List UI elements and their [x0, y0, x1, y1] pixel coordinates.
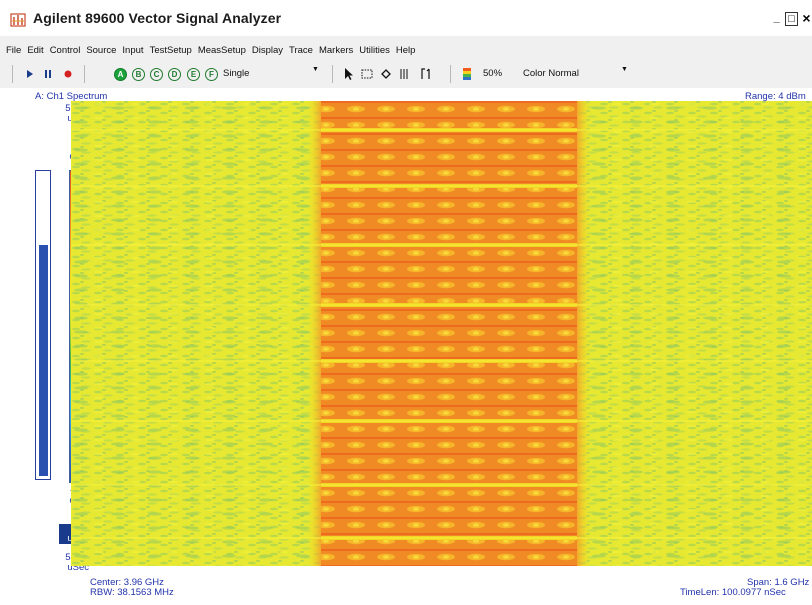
color-mode-dropdown-arrow-icon[interactable]: ▼ — [621, 66, 628, 73]
menu-testsetup[interactable]: TestSetup — [150, 45, 192, 56]
pause-icon[interactable] — [42, 66, 54, 82]
toolbar-separator — [84, 65, 85, 83]
signal-band — [321, 101, 577, 566]
streak-line — [71, 360, 812, 362]
trace-c-button[interactable]: C — [150, 66, 163, 82]
menu-display[interactable]: Display — [252, 45, 283, 56]
menu-help[interactable]: Help — [396, 45, 416, 56]
rbw-value: RBW: 38.1563 MHz — [90, 587, 174, 598]
play-icon[interactable] — [24, 66, 36, 82]
level-indicator-fill — [39, 245, 48, 476]
menu-file[interactable]: File — [6, 45, 21, 56]
title-bar: Agilent 89600 Vector Signal Analyzer _ □… — [0, 0, 812, 36]
menu-utilities[interactable]: Utilities — [359, 45, 390, 56]
menu-markers[interactable]: Markers — [319, 45, 353, 56]
toolbar: A B C D E F Single ▼ 50% Color Normal ▼ — [0, 62, 812, 86]
band-edge-left — [307, 101, 321, 566]
trace-b-button[interactable]: B — [132, 66, 145, 82]
analyzer-window: Agilent 89600 Vector Signal Analyzer _ □… — [0, 0, 812, 605]
close-button[interactable]: × — [800, 11, 812, 26]
menu-meassetup[interactable]: MeasSetup — [198, 45, 246, 56]
streak-line — [71, 484, 812, 486]
menu-control[interactable]: Control — [50, 45, 81, 56]
trace-d-button[interactable]: D — [168, 66, 181, 82]
band-edge-right — [577, 101, 591, 566]
toolbar-separator — [332, 65, 333, 83]
streak-line — [71, 244, 812, 246]
menu-bar: File Edit Control Source Input TestSetup… — [0, 40, 421, 60]
trace-a-button[interactable]: A — [114, 66, 127, 82]
streak-line — [71, 129, 812, 131]
zoom-box-icon[interactable] — [360, 66, 374, 82]
streak-line — [71, 537, 812, 539]
trace-e-button[interactable]: E — [187, 66, 200, 82]
toolbar-grip — [12, 65, 13, 83]
streak-line — [71, 185, 812, 187]
menu-source[interactable]: Source — [86, 45, 116, 56]
spectrogram-plot[interactable] — [71, 101, 812, 566]
toolbar-separator — [450, 65, 451, 83]
agilent-logo-icon — [10, 13, 26, 27]
menu-input[interactable]: Input — [122, 45, 143, 56]
color-mode-select[interactable]: Color Normal — [523, 66, 579, 82]
timelen-value: TimeLen: 100.0977 nSec — [680, 587, 786, 598]
band-marker-icon[interactable] — [398, 66, 410, 82]
marker-diamond-icon[interactable] — [380, 66, 392, 82]
delta-marker-icon[interactable] — [420, 66, 432, 82]
trace-display: A: Ch1 Spectrum Range: 4 dBm 51.76 uSec … — [0, 88, 812, 605]
mode-select[interactable]: Single — [223, 66, 249, 82]
streak-line — [71, 304, 812, 306]
menu-edit[interactable]: Edit — [27, 45, 43, 56]
mode-dropdown-arrow-icon[interactable]: ▼ — [312, 66, 319, 73]
record-icon[interactable] — [62, 66, 74, 82]
window-title: Agilent 89600 Vector Signal Analyzer — [33, 10, 282, 26]
maximize-button[interactable]: □ — [785, 12, 798, 26]
streak-line — [71, 420, 812, 422]
trace-f-button[interactable]: F — [205, 66, 218, 82]
zoom-level[interactable]: 50% — [483, 66, 502, 82]
menu-trace[interactable]: Trace — [289, 45, 313, 56]
color-scale-icon — [463, 68, 471, 80]
pointer-icon[interactable] — [342, 66, 354, 82]
minimize-button[interactable]: _ — [770, 12, 783, 26]
